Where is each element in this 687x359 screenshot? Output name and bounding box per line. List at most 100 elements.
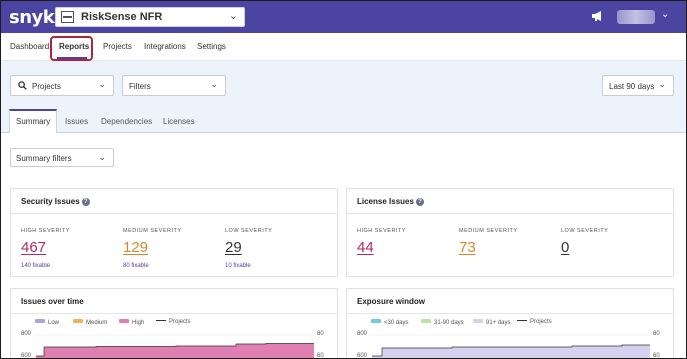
filters-dropdown[interactable]: Filters ⌄	[122, 75, 226, 96]
legend-projects[interactable]: Projects	[517, 319, 552, 325]
license-issues-title-text: License Issues	[357, 197, 414, 206]
legend-label: High	[132, 320, 145, 326]
summary-filters-dropdown[interactable]: Summary filters ⌄	[10, 148, 114, 167]
legend-projects[interactable]: Projects	[156, 319, 191, 325]
license-high-count[interactable]: 44	[357, 239, 374, 256]
legend-medium[interactable]: Medium	[73, 319, 107, 326]
app-window: snyk RiskSense NFR ⌄ ⌄ Dashboard Reports…	[0, 0, 687, 359]
projects-dropdown-label: Projects	[32, 82, 61, 91]
chevron-down-icon: ⌄	[98, 79, 106, 89]
exposure-area-chart	[372, 334, 650, 358]
license-low-label: LOW SEVERITY	[561, 228, 609, 234]
card-divider	[11, 213, 337, 214]
license-issues-title: License Issues?	[357, 197, 424, 206]
high-area	[36, 343, 314, 358]
security-medium-count[interactable]: 129	[123, 239, 148, 256]
tab-dependencies[interactable]: Dependencies	[101, 117, 152, 126]
license-low-count[interactable]: 0	[561, 239, 569, 256]
y-right-tick: 60	[317, 353, 324, 359]
org-name: RiskSense NFR	[81, 11, 163, 23]
y-right-tick: 80	[317, 331, 324, 337]
legend-line	[517, 320, 527, 321]
y-left-tick: 600	[357, 353, 368, 359]
exposure-window-title: Exposure window	[357, 297, 426, 306]
legend-low[interactable]: Low	[35, 319, 59, 326]
nav-integrations[interactable]: Integrations	[144, 42, 186, 51]
card-divider	[347, 313, 673, 314]
chevron-down-icon: ⌄	[658, 79, 666, 89]
y-right-tick: 80	[653, 331, 660, 337]
security-medium-fixable[interactable]: 80 fixable	[123, 263, 149, 269]
main-nav: Dashboard Reports Projects Integrations …	[1, 33, 686, 61]
security-high-count[interactable]: 467	[21, 239, 46, 256]
license-issues-card: License Issues? HIGH SEVERITY 44 MEDIUM …	[346, 188, 674, 277]
legend-label: Projects	[169, 319, 191, 325]
date-range-label: Last 90 days	[609, 82, 655, 91]
legend-label: Low	[48, 320, 60, 326]
chevron-down-icon: ⌄	[228, 10, 238, 22]
security-low-fixable[interactable]: 10 fixable	[225, 263, 251, 269]
tab-licenses[interactable]: Licenses	[163, 117, 195, 126]
chevron-down-icon: ⌄	[210, 79, 218, 89]
license-medium-label: MEDIUM SEVERITY	[459, 228, 518, 234]
chevron-down-icon: ⌄	[98, 152, 106, 162]
user-menu[interactable]	[617, 10, 655, 24]
filter-bar: Projects ⌄ Filters ⌄ Last 90 days ⌄	[1, 61, 686, 109]
filters-dropdown-label: Filters	[129, 82, 151, 91]
summary-filters-label: Summary filters	[16, 154, 72, 163]
security-issues-title-text: Security Issues	[21, 197, 80, 206]
exposure-window-card: Exposure window <30 days 31-90 days 91+ …	[346, 288, 674, 359]
org-selector[interactable]: RiskSense NFR ⌄	[55, 7, 245, 27]
legend-swatch	[421, 319, 431, 323]
legend-line	[156, 320, 166, 321]
y-right-tick: 60	[653, 353, 660, 359]
nav-dashboard[interactable]: Dashboard	[10, 42, 49, 51]
legend-high[interactable]: High	[119, 319, 144, 326]
legend-label: Medium	[86, 320, 108, 326]
legend-swatch	[473, 319, 483, 323]
security-high-label: HIGH SEVERITY	[21, 228, 70, 234]
issues-over-time-title: Issues over time	[21, 297, 84, 306]
legend-label: Projects	[530, 319, 552, 325]
report-tabs: Summary Issues Dependencies Licenses	[1, 109, 686, 134]
chevron-down-icon: ⌄	[661, 9, 670, 20]
security-low-label: LOW SEVERITY	[225, 228, 273, 234]
org-icon	[61, 11, 74, 23]
security-medium-label: MEDIUM SEVERITY	[123, 228, 182, 234]
security-low-count[interactable]: 29	[225, 239, 242, 256]
y-left-tick: 600	[21, 353, 32, 359]
reports-highlight-box	[50, 36, 93, 61]
legend-swatch	[371, 319, 381, 323]
legend-swatch	[119, 319, 129, 323]
security-issues-card: Security Issues? HIGH SEVERITY 467 140 f…	[10, 188, 338, 277]
legend-91-plus[interactable]: 91+ days	[473, 319, 511, 326]
legend-31-90[interactable]: 31-90 days	[421, 319, 464, 326]
tab-summary[interactable]: Summary	[16, 117, 50, 126]
top-bar: snyk RiskSense NFR ⌄ ⌄	[1, 1, 686, 33]
security-high-fixable[interactable]: 140 fixable	[21, 263, 50, 269]
issues-over-time-card: Issues over time Low Medium High Project…	[10, 288, 338, 359]
y-left-tick: 800	[357, 331, 368, 337]
tab-issues[interactable]: Issues	[65, 117, 88, 126]
projects-dropdown[interactable]: Projects ⌄	[10, 75, 114, 96]
main-content: Summary filters ⌄ Security Issues? HIGH …	[1, 133, 686, 359]
search-icon	[18, 81, 27, 90]
license-high-label: HIGH SEVERITY	[357, 228, 406, 234]
snyk-logo[interactable]: snyk	[9, 7, 55, 28]
nav-settings[interactable]: Settings	[197, 42, 226, 51]
legend-swatch	[73, 319, 83, 323]
megaphone-icon[interactable]	[591, 10, 605, 22]
card-divider	[347, 213, 673, 214]
legend-label: <30 days	[384, 320, 409, 326]
legend-label: 31-90 days	[434, 320, 464, 326]
help-icon[interactable]: ?	[81, 198, 90, 206]
card-divider	[11, 313, 337, 314]
legend-lt30[interactable]: <30 days	[371, 319, 409, 326]
issues-area-chart	[36, 334, 314, 358]
y-left-tick: 800	[21, 331, 32, 337]
date-range-dropdown[interactable]: Last 90 days ⌄	[602, 75, 674, 96]
legend-label: 91+ days	[486, 320, 511, 326]
license-medium-count[interactable]: 73	[459, 239, 476, 256]
help-icon[interactable]: ?	[415, 198, 424, 206]
nav-projects[interactable]: Projects	[103, 42, 132, 51]
